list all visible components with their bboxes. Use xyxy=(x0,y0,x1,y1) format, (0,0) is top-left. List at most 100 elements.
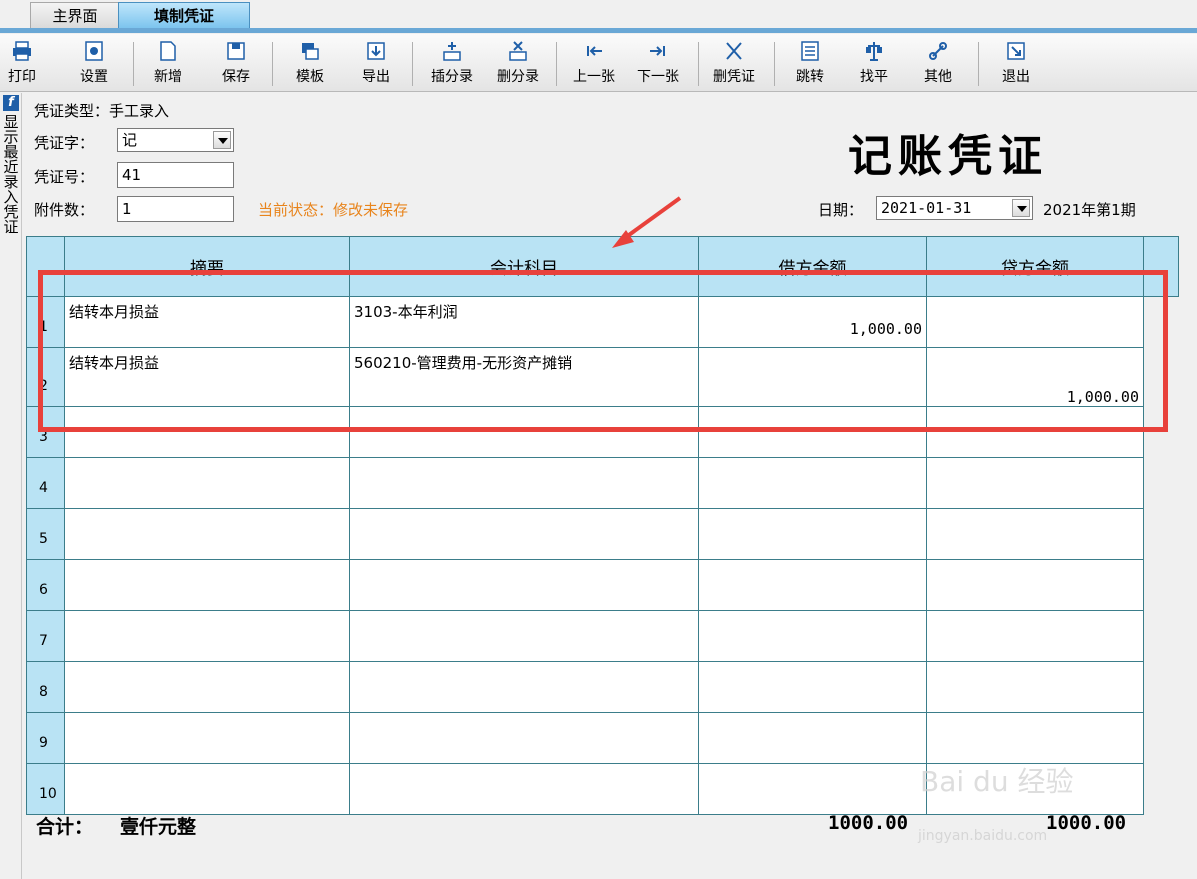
prev-voucher-label: 上一张 xyxy=(573,69,615,85)
prev-voucher-button[interactable]: 上一张 xyxy=(566,38,622,90)
template-button[interactable]: 模板 xyxy=(290,38,330,90)
printer-icon xyxy=(13,41,31,61)
credit-cell[interactable] xyxy=(926,610,1144,662)
export-button[interactable]: 导出 xyxy=(356,38,396,90)
account-cell[interactable]: 3103-本年利润 xyxy=(349,296,699,348)
other-button[interactable]: 其他 xyxy=(918,38,958,90)
debit-cell[interactable] xyxy=(698,661,927,713)
summary-cell[interactable] xyxy=(64,712,350,764)
save-label: 保存 xyxy=(222,69,250,85)
summary-cell[interactable] xyxy=(64,508,350,560)
credit-cell[interactable] xyxy=(926,457,1144,509)
tab-fill-voucher[interactable]: 填制凭证 xyxy=(118,2,250,28)
export-label: 导出 xyxy=(362,69,390,85)
credit-cell[interactable]: 1,000.00 xyxy=(926,347,1144,407)
debit-cell[interactable] xyxy=(698,763,927,815)
summary-cell[interactable] xyxy=(64,559,350,611)
debit-cell[interactable]: 1,000.00 xyxy=(698,296,927,348)
credit-cell[interactable] xyxy=(926,296,1144,348)
row-filler xyxy=(1143,610,1179,662)
jump-button[interactable]: 跳转 xyxy=(790,38,830,90)
credit-cell[interactable] xyxy=(926,508,1144,560)
summary-cell[interactable] xyxy=(64,610,350,662)
delete-voucher-button[interactable]: 删凭证 xyxy=(706,38,762,90)
floppy-disk-icon xyxy=(227,42,245,60)
debit-cell[interactable] xyxy=(698,347,927,407)
debit-cell[interactable] xyxy=(698,559,927,611)
summary-cell[interactable] xyxy=(64,763,350,815)
credit-cell[interactable] xyxy=(926,661,1144,713)
debit-cell[interactable] xyxy=(698,610,927,662)
header-filler xyxy=(1143,236,1179,297)
toolbar-separator xyxy=(698,42,699,86)
row-filler xyxy=(1143,457,1179,509)
arrow-first-icon xyxy=(587,46,602,56)
chevron-down-icon[interactable] xyxy=(213,131,231,149)
template-icon xyxy=(302,43,319,60)
next-voucher-button[interactable]: 下一张 xyxy=(630,38,686,90)
summary-cell[interactable] xyxy=(64,457,350,509)
row-number: 5 xyxy=(26,508,65,560)
save-button[interactable]: 保存 xyxy=(216,38,256,90)
attachments-label: 附件数： xyxy=(34,201,95,219)
debit-cell[interactable] xyxy=(698,457,927,509)
table-row: 4 xyxy=(26,457,1179,509)
row-filler xyxy=(1143,347,1179,407)
summary-cell[interactable]: 结转本月损益 xyxy=(64,347,350,407)
table-row: 8 xyxy=(26,661,1179,713)
summary-cell[interactable]: 结转本月损益 xyxy=(64,296,350,348)
recent-vouchers-panel[interactable]: f 显示最近录入凭证 xyxy=(0,93,22,879)
settings-button[interactable]: 设置 xyxy=(74,38,114,90)
voucher-type-row: 凭证类型：手工录入 xyxy=(34,100,169,121)
voucher-no-input[interactable]: 41 xyxy=(117,162,234,188)
row-filler xyxy=(1143,406,1179,458)
voucher-entries-table: 摘要 会计科目 借方金额 贷方金额 1 结转本月损益 3103-本年利润 1,0… xyxy=(26,236,1179,815)
debit-cell[interactable] xyxy=(698,508,927,560)
new-button[interactable]: 新增 xyxy=(148,38,188,90)
account-cell[interactable] xyxy=(349,661,699,713)
summary-cell[interactable] xyxy=(64,661,350,713)
exit-button[interactable]: 退出 xyxy=(996,38,1036,90)
status-text: 当前状态：修改未保存 xyxy=(258,199,408,220)
voucher-word-select[interactable]: 记 xyxy=(117,128,234,152)
delete-entry-button[interactable]: 删分录 xyxy=(490,38,546,90)
account-cell[interactable]: 560210-管理费用-无形资产摊销 xyxy=(349,347,699,407)
row-filler xyxy=(1143,508,1179,560)
gear-icon xyxy=(85,41,103,61)
row-filler xyxy=(1143,661,1179,713)
period-text: 2021年第1期 xyxy=(1043,201,1136,219)
watermark-brand: Bai du 经验 xyxy=(920,765,1074,798)
row-filler xyxy=(1143,712,1179,764)
table-row: 7 xyxy=(26,610,1179,662)
date-picker[interactable]: 2021-01-31 xyxy=(876,196,1033,220)
account-cell[interactable] xyxy=(349,457,699,509)
account-cell[interactable] xyxy=(349,406,699,458)
recent-vouchers-label: 显示最近录入凭证 xyxy=(3,113,19,236)
voucher-word-value: 记 xyxy=(122,131,138,149)
credit-cell[interactable] xyxy=(926,406,1144,458)
account-cell[interactable] xyxy=(349,763,699,815)
account-cell[interactable] xyxy=(349,508,699,560)
tab-home[interactable]: 主界面 xyxy=(30,2,120,28)
table-row: 6 xyxy=(26,559,1179,611)
row-number: 7 xyxy=(26,610,65,662)
insert-entry-button[interactable]: 插分录 xyxy=(424,38,480,90)
status-label: 当前状态： xyxy=(258,201,334,219)
account-cell[interactable] xyxy=(349,559,699,611)
debit-cell[interactable] xyxy=(698,406,927,458)
account-cell[interactable] xyxy=(349,712,699,764)
credit-cell[interactable] xyxy=(926,712,1144,764)
debit-cell[interactable] xyxy=(698,712,927,764)
account-cell[interactable] xyxy=(349,610,699,662)
balance-button[interactable]: 找平 xyxy=(854,38,894,90)
chevron-down-icon[interactable] xyxy=(1012,199,1030,217)
voucher-no-label: 凭证号： xyxy=(34,168,95,186)
row-number: 1 xyxy=(26,296,65,348)
close-icon xyxy=(726,42,742,60)
attachments-input[interactable]: 1 xyxy=(117,196,234,222)
summary-cell[interactable] xyxy=(64,406,350,458)
exit-icon xyxy=(1007,42,1025,60)
credit-cell[interactable] xyxy=(926,559,1144,611)
toolbar-separator xyxy=(978,42,979,86)
print-button[interactable]: 打印 xyxy=(4,38,40,90)
